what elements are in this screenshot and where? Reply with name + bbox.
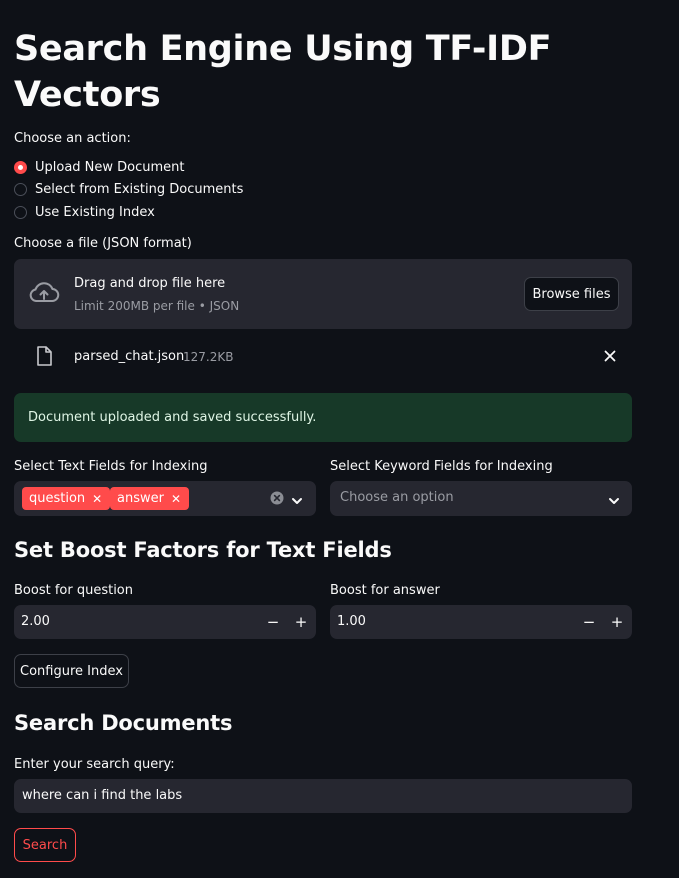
radio-selected-indicator[interactable] [14, 160, 27, 174]
search-heading: Search Documents [14, 711, 233, 735]
number-value[interactable]: 1.00 [337, 614, 366, 629]
keyword-fields-label: Select Keyword Fields for Indexing [330, 459, 553, 474]
select-placeholder: Choose an option [340, 490, 454, 505]
boost-heading: Set Boost Factors for Text Fields [14, 538, 392, 562]
configure-index-button[interactable]: Configure Index [14, 654, 129, 688]
radio-label: Use Existing Index [35, 204, 155, 220]
text-fields-multiselect[interactable]: question ✕ answer ✕ [14, 481, 316, 516]
file-uploader-label: Choose a file (JSON format) [14, 236, 192, 251]
file-name: parsed_chat.json [74, 349, 185, 364]
radio-indicator[interactable] [14, 183, 27, 197]
search-query-input[interactable]: where can i find the labs [14, 779, 632, 813]
chevron-down-icon[interactable] [291, 493, 303, 511]
tag-answer: answer ✕ [110, 487, 190, 510]
boost-answer-input[interactable]: 1.00 − + [330, 605, 632, 639]
file-dropzone[interactable]: Drag and drop file here Limit 200MB per … [14, 259, 632, 329]
radio-upload-new-document[interactable]: Upload New Document [14, 156, 243, 179]
boost-question-label: Boost for question [14, 583, 133, 598]
chevron-down-icon[interactable] [608, 493, 620, 511]
cloud-upload-icon [28, 281, 60, 310]
remove-file-icon[interactable] [602, 348, 618, 364]
text-fields-label: Select Text Fields for Indexing [14, 459, 208, 474]
dropzone-limit: Limit 200MB per file • JSON [74, 299, 240, 313]
file-size: 127.2KB [183, 350, 234, 364]
boost-question-input[interactable]: 2.00 − + [14, 605, 316, 639]
increment-button[interactable]: + [603, 605, 631, 639]
number-value[interactable]: 2.00 [21, 614, 50, 629]
search-query-label: Enter your search query: [14, 757, 175, 772]
boost-answer-label: Boost for answer [330, 583, 440, 598]
tag-label: question [29, 491, 86, 506]
action-radio-group: Upload New Document Select from Existing… [14, 156, 243, 224]
success-alert: Document uploaded and saved successfully… [14, 393, 632, 442]
clear-all-icon[interactable] [270, 491, 284, 510]
action-label: Choose an action: [14, 131, 131, 146]
increment-button[interactable]: + [287, 605, 315, 639]
radio-select-existing-documents[interactable]: Select from Existing Documents [14, 179, 243, 202]
search-button[interactable]: Search [14, 828, 76, 862]
decrement-button[interactable]: − [575, 605, 603, 639]
tag-label: answer [117, 491, 164, 506]
decrement-button[interactable]: − [259, 605, 287, 639]
radio-label: Upload New Document [35, 159, 185, 175]
radio-label: Select from Existing Documents [35, 182, 244, 198]
page-title: Search Engine Using TF-IDF Vectors [14, 29, 552, 115]
radio-indicator[interactable] [14, 205, 27, 219]
dropzone-instructions: Drag and drop file here [74, 276, 226, 291]
tag-question: question ✕ [22, 487, 111, 510]
uploaded-file-row: parsed_chat.json 127.2KB [14, 340, 632, 374]
file-icon [36, 346, 52, 371]
radio-use-existing-index[interactable]: Use Existing Index [14, 201, 243, 224]
search-query-value[interactable]: where can i find the labs [22, 788, 182, 803]
remove-tag-icon[interactable]: ✕ [171, 492, 181, 506]
remove-tag-icon[interactable]: ✕ [92, 492, 102, 506]
keyword-fields-multiselect[interactable]: Choose an option [330, 481, 632, 516]
browse-files-button[interactable]: Browse files [524, 277, 619, 311]
